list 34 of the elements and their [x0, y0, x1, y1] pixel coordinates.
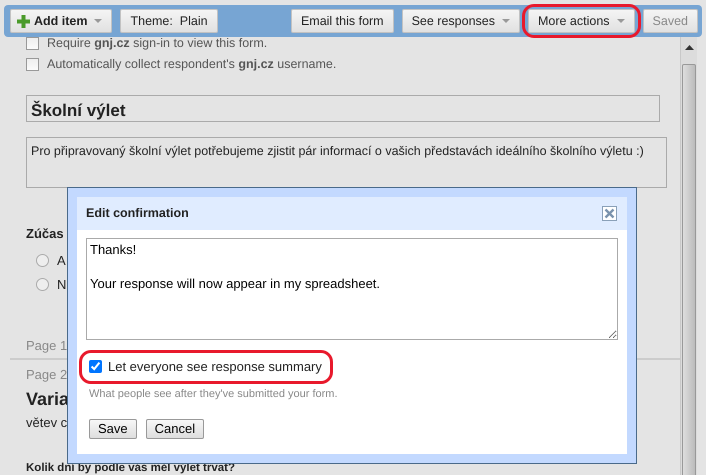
radio-button[interactable]	[36, 254, 49, 267]
checkbox[interactable]	[89, 360, 102, 374]
page-title: Varia	[26, 388, 70, 410]
dropdown-button[interactable]: More actions	[528, 9, 635, 33]
dropdown-button[interactable]: See responses	[402, 9, 520, 33]
question-title: Zúčas	[26, 225, 65, 243]
page-label: Page 1	[26, 336, 68, 355]
close-button[interactable]	[602, 206, 617, 221]
dropdown-button[interactable]: Add item	[10, 9, 112, 33]
scrollbar[interactable]	[680, 37, 697, 475]
form-title-field[interactable]: Školní výlet	[26, 95, 660, 122]
radio-button[interactable]	[36, 278, 49, 291]
hint-text: What people see after they've submitted your form.	[89, 386, 338, 402]
checkbox-label: Let everyone see response summary	[108, 358, 322, 376]
page-description: větev c	[26, 414, 68, 432]
toolbar-button[interactable]: Theme: Plain	[120, 9, 218, 33]
save-button[interactable]: Save	[89, 419, 137, 439]
checkbox[interactable]	[26, 37, 39, 50]
plus-icon	[17, 14, 30, 28]
page-label: Page 2	[26, 366, 68, 384]
message-field[interactable]: Thanks! Your response will now appear in my spreadsheet.	[86, 238, 618, 340]
caret-icon	[94, 19, 102, 23]
setting-label: Require gnj.cz sign-in to view this form.	[47, 37, 268, 52]
caret-icon	[616, 19, 625, 23]
caret-icon	[502, 19, 510, 23]
dialog-title: Edit confirmation	[86, 205, 189, 222]
scroll-up-icon[interactable]	[685, 45, 694, 51]
cancel-button[interactable]: Cancel	[146, 419, 204, 439]
option-label: N	[57, 276, 66, 294]
toolbar-button[interactable]: Email this form	[290, 9, 394, 33]
scrollbar-thumb[interactable]	[682, 64, 696, 475]
checkbox[interactable]	[26, 58, 39, 71]
option-label: A	[57, 252, 66, 270]
setting-label: Automatically collect respondent's gnj.cz username.	[47, 56, 336, 74]
